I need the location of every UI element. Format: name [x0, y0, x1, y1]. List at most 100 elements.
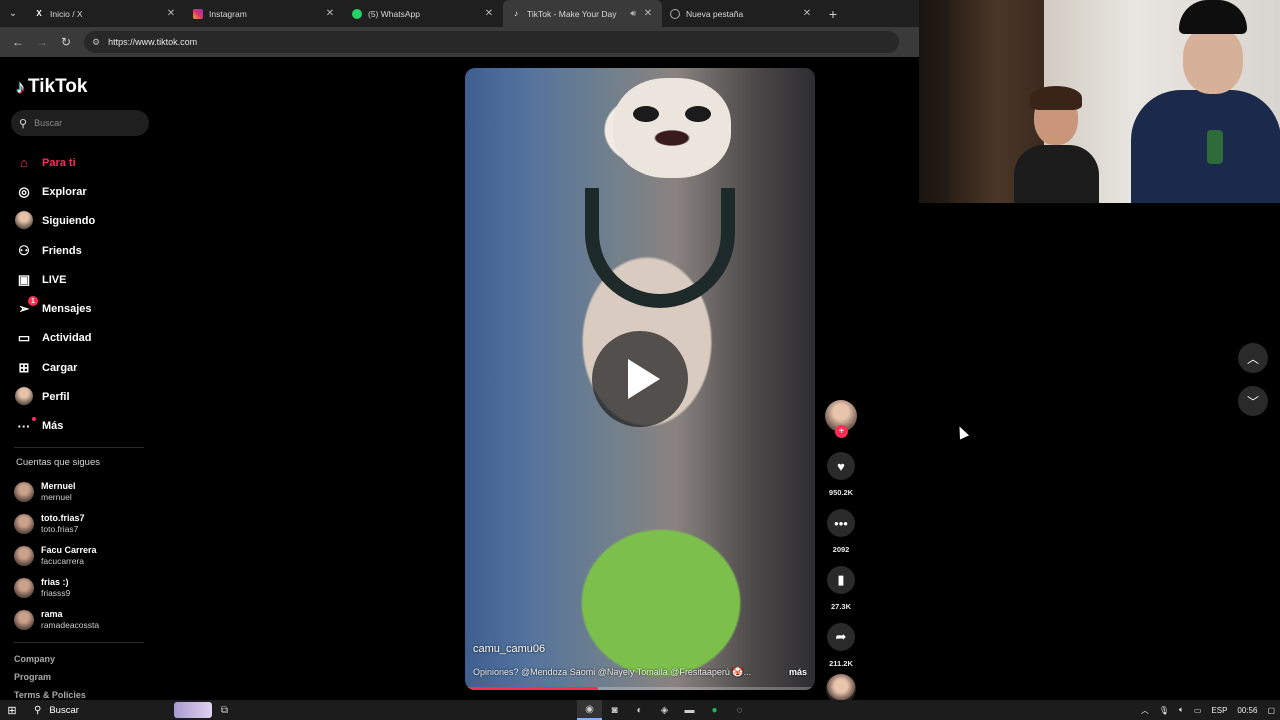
close-icon[interactable]: ✕ — [801, 8, 813, 19]
obs-taskbar-icon[interactable]: ◌ — [727, 700, 752, 720]
follow-plus-icon[interactable]: + — [835, 425, 848, 438]
like-action: ♥ 950.2K — [823, 452, 859, 497]
tab-instagram[interactable]: Instagram ✕ — [185, 0, 344, 27]
spotify-taskbar-icon[interactable]: ● — [702, 700, 727, 720]
chrome-icon — [670, 8, 680, 19]
footer-link-program[interactable]: Program — [14, 672, 86, 690]
following-account[interactable]: Facu Carrera facucarrera — [14, 540, 154, 572]
reload-icon[interactable]: ↻ — [54, 35, 78, 49]
video-username[interactable]: camu_camu06 — [473, 643, 545, 655]
search-box[interactable]: ⚲ — [11, 110, 149, 136]
video-player[interactable]: camu_camu06 Opiniones? @Mendoza Saomi @N… — [465, 68, 815, 690]
caption-more-link[interactable]: más — [789, 667, 807, 678]
chevron-down-icon: ﹀ — [1246, 394, 1259, 409]
nav-label: Explorar — [42, 185, 87, 198]
microphone-icon[interactable]: 🎙︎ — [1159, 706, 1169, 715]
nav-label: LIVE — [42, 273, 67, 286]
network-icon[interactable]: ▭ — [1194, 706, 1202, 715]
chrome-taskbar-icon[interactable]: ◉ — [577, 700, 602, 720]
nav-label: Mensajes — [42, 303, 92, 316]
close-icon[interactable]: ✕ — [642, 8, 654, 19]
task-view-icon[interactable]: ⧉ — [212, 700, 237, 720]
browser-tab-bar: ⌄ X Inicio / X ✕ Instagram ✕ (5) WhatsAp… — [0, 0, 919, 27]
back-arrow-icon[interactable]: ← — [6, 35, 30, 49]
edge-taskbar-icon[interactable]: ◐ — [627, 700, 652, 720]
file-explorer-icon[interactable]: ▬ — [677, 700, 702, 720]
footer-link-company[interactable]: Company — [14, 654, 86, 672]
notification-icon[interactable]: ▢ — [1267, 706, 1275, 715]
forward-arrow-icon[interactable]: → — [30, 35, 54, 49]
app-taskbar-icon[interactable]: ◈ — [652, 700, 677, 720]
share-count: 211.2K — [829, 659, 853, 668]
address-bar[interactable]: ⚙︎ https://www.tiktok.com — [84, 31, 899, 53]
speaker-icon[interactable]: 🔊︎ — [630, 8, 636, 19]
tab-search-button[interactable]: ⌄ — [0, 0, 26, 27]
nav-item-live[interactable]: ▣ LIVE — [14, 265, 154, 294]
bookmark-icon[interactable]: ▮ — [827, 566, 855, 594]
following-account[interactable]: Mernuel mernuel — [14, 476, 154, 508]
close-icon[interactable]: ✕ — [483, 8, 495, 19]
tab-new[interactable]: Nueva pestaña ✕ — [662, 0, 821, 27]
comment-icon[interactable]: ••• — [827, 509, 855, 537]
send-icon: ➢ 1 — [14, 296, 38, 317]
tab-tiktok[interactable]: ♪ TikTok - Make Your Day 🔊︎ ✕ — [503, 0, 662, 27]
close-icon[interactable]: ✕ — [324, 8, 336, 19]
site-info-icon[interactable]: ⚙︎ — [92, 37, 100, 48]
nav-item-cargar[interactable]: ⊞ Cargar — [14, 353, 154, 382]
search-icon: ⚲ — [34, 704, 42, 716]
play-button[interactable] — [592, 331, 688, 427]
nav-item-mensajes[interactable]: ➢ 1 Mensajes — [14, 294, 154, 323]
video-subject-garland — [585, 188, 735, 308]
heart-icon[interactable]: ♥ — [827, 452, 855, 480]
whatsapp-icon — [352, 8, 362, 19]
discord-taskbar-icon[interactable]: ◙ — [602, 700, 627, 720]
share-icon[interactable]: ➦ — [827, 623, 855, 651]
home-icon: ⌂ — [20, 155, 28, 171]
close-icon[interactable]: ✕ — [165, 8, 177, 19]
tab-whatsapp[interactable]: (5) WhatsApp ✕ — [344, 0, 503, 27]
nav-item-mas[interactable]: ··· Más — [14, 412, 154, 441]
clock[interactable]: 00:56 — [1237, 706, 1257, 715]
instagram-icon — [193, 8, 203, 19]
chevron-up-icon: ︿ — [1246, 351, 1259, 366]
account-handle: friasss9 — [41, 588, 71, 598]
avatar — [14, 482, 34, 502]
following-account[interactable]: frias :) friasss9 — [14, 572, 154, 604]
nav-item-perfil[interactable]: Perfil — [14, 382, 154, 411]
comment-count: 2092 — [832, 545, 850, 554]
more-icon: ··· — [14, 416, 36, 434]
new-tab-button[interactable]: + — [821, 6, 845, 22]
windows-start-icon[interactable]: ⊞ — [0, 704, 24, 717]
account-handle: toto.frias7 — [41, 524, 79, 534]
taskbar-widget-thumbnail[interactable] — [174, 702, 212, 718]
tab-x[interactable]: X Inicio / X ✕ — [26, 0, 185, 27]
search-input[interactable] — [34, 118, 135, 128]
following-title: Cuentas que sigues — [16, 457, 100, 468]
chevron-up-icon[interactable]: ︿ — [1141, 705, 1149, 716]
url-text: https://www.tiktok.com — [108, 37, 198, 47]
account-name: rama — [41, 609, 63, 619]
nav-item-explorar[interactable]: ◎ Explorar — [14, 177, 154, 206]
next-video-button[interactable]: ﹀ — [1238, 386, 1268, 416]
save-action: ▮ 27.3K — [823, 566, 859, 611]
compass-icon: ◎ — [18, 183, 30, 199]
avatar — [14, 610, 34, 630]
previous-video-button[interactable]: ︿ — [1238, 343, 1268, 373]
account-handle: ramadeacossta — [41, 620, 100, 630]
language-indicator[interactable]: ESP — [1211, 706, 1227, 715]
caption-text: Opiniones? @Mendoza Saomi @Nayely Tomall… — [473, 667, 752, 677]
nav-item-siguiendo[interactable]: Siguiendo — [14, 207, 154, 236]
webcam-overlay — [919, 0, 1280, 203]
creator-avatar[interactable]: + — [825, 400, 857, 438]
screen: ⌄ X Inicio / X ✕ Instagram ✕ (5) WhatsAp… — [0, 0, 1280, 720]
nav-item-actividad[interactable]: ▭ Actividad — [14, 324, 154, 353]
video-progress-bar[interactable] — [465, 687, 815, 690]
avatar — [14, 546, 34, 566]
nav-item-friends[interactable]: ⚇ Friends — [14, 236, 154, 265]
taskbar-search[interactable]: ⚲ Buscar — [24, 700, 154, 720]
nav-item-para-ti[interactable]: ⌂ Para ti — [14, 148, 154, 177]
volume-icon[interactable]: 🔈︎ — [1179, 705, 1184, 715]
following-account[interactable]: rama ramadeacossta — [14, 604, 154, 636]
tiktok-logo[interactable]: ♪ TikTok — [16, 76, 87, 98]
following-account[interactable]: toto.frias7 toto.frias7 — [14, 508, 154, 540]
